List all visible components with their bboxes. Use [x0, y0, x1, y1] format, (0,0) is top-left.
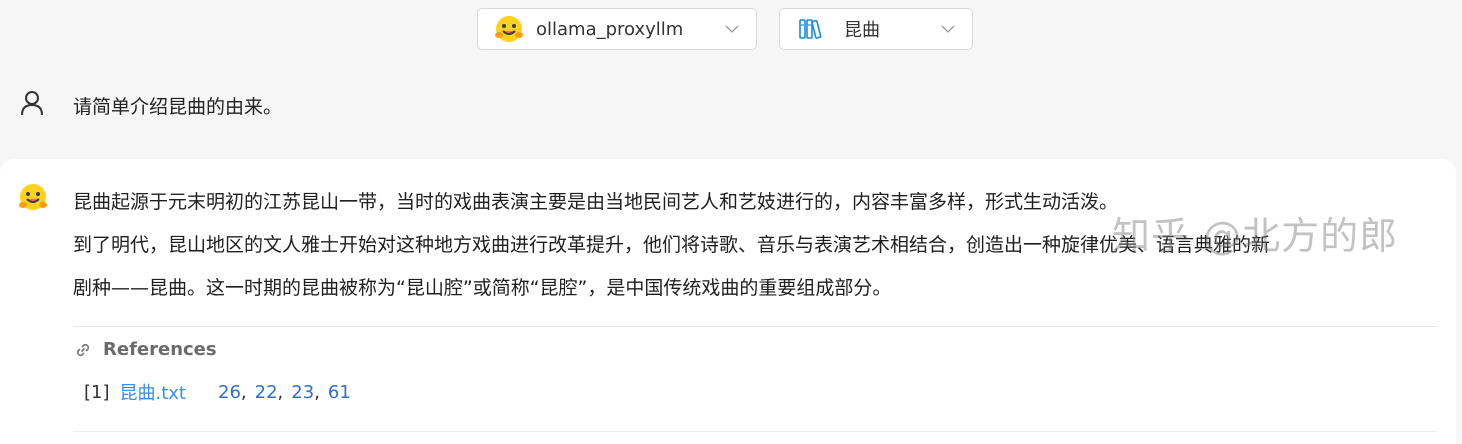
watermark: 知乎 @北方的郎: [1112, 214, 1399, 258]
knowledge-base-selector[interactable]: 昆曲: [779, 8, 973, 50]
reference-item: [1] 昆曲.txt 26, 22, 23, 61: [84, 379, 351, 405]
link-icon: [76, 343, 90, 356]
hugging-face-emoji-icon: [19, 184, 47, 210]
divider: [73, 326, 1437, 327]
chunk-link[interactable]: 23: [291, 382, 314, 403]
model-selector[interactable]: ollama_proxyllm: [477, 8, 757, 50]
reference-file-link[interactable]: 昆曲.txt: [120, 379, 187, 405]
chat-page: ollama_proxyllm 昆曲 请简单介绍昆曲的由来。 昆曲起源于元末明初…: [0, 0, 1462, 444]
knowledge-base-value: 昆曲: [844, 20, 880, 41]
chunk-link[interactable]: 26: [218, 382, 241, 403]
divider: [73, 431, 1437, 432]
chunk-link[interactable]: 61: [328, 382, 351, 403]
user-message: 请简单介绍昆曲的由来。: [0, 80, 1462, 130]
books-icon: [796, 14, 826, 44]
answer-line: 剧种——昆曲。这一时期的昆曲被称为“昆山腔”或简称“昆腔”，是中国传统戏曲的重要…: [73, 277, 892, 299]
assistant-message: 昆曲起源于元末明初的江苏昆山一带，当时的戏曲表演主要是由当地民间艺人和艺妓进行的…: [0, 159, 1456, 444]
chunk-separator: ,: [277, 381, 284, 403]
user-icon: [21, 91, 43, 116]
hugging-face-emoji-icon: [494, 14, 524, 44]
chunk-separator: ,: [240, 381, 247, 403]
chevron-down-icon: [725, 25, 739, 33]
user-message-text: 请简单介绍昆曲的由来。: [73, 96, 283, 118]
references-title: References: [103, 339, 217, 360]
model-selector-value: ollama_proxyllm: [536, 18, 684, 40]
chevron-down-icon: [941, 25, 955, 33]
chunk-link[interactable]: 22: [255, 382, 278, 403]
reference-index: [1]: [84, 381, 110, 403]
references-header: References: [73, 339, 217, 360]
chunk-separator: ,: [314, 381, 320, 403]
